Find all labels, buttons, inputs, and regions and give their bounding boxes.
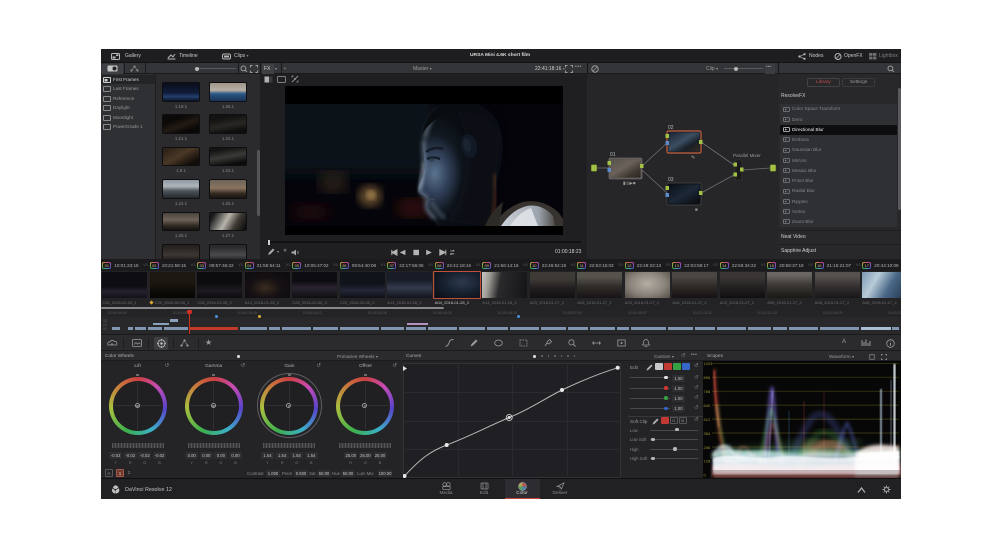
svg-text:Parallel Mixer: Parallel Mixer (733, 153, 761, 158)
svg-text:1023: 1023 (704, 361, 714, 366)
svg-text:02: 02 (668, 125, 674, 131)
svg-text:■: ■ (695, 207, 698, 212)
svg-text:128: 128 (704, 459, 711, 464)
svg-text:03: 03 (668, 177, 674, 183)
svg-text:512: 512 (704, 417, 711, 422)
svg-text:640: 640 (704, 403, 711, 408)
svg-text:768: 768 (704, 389, 711, 394)
svg-text:▮◎▶■: ▮◎▶■ (623, 181, 636, 186)
svg-text:01: 01 (610, 152, 616, 158)
svg-text:256: 256 (704, 445, 711, 450)
svg-text:384: 384 (704, 431, 711, 436)
svg-text:✎: ✎ (691, 155, 695, 161)
svg-text:896: 896 (704, 375, 711, 380)
